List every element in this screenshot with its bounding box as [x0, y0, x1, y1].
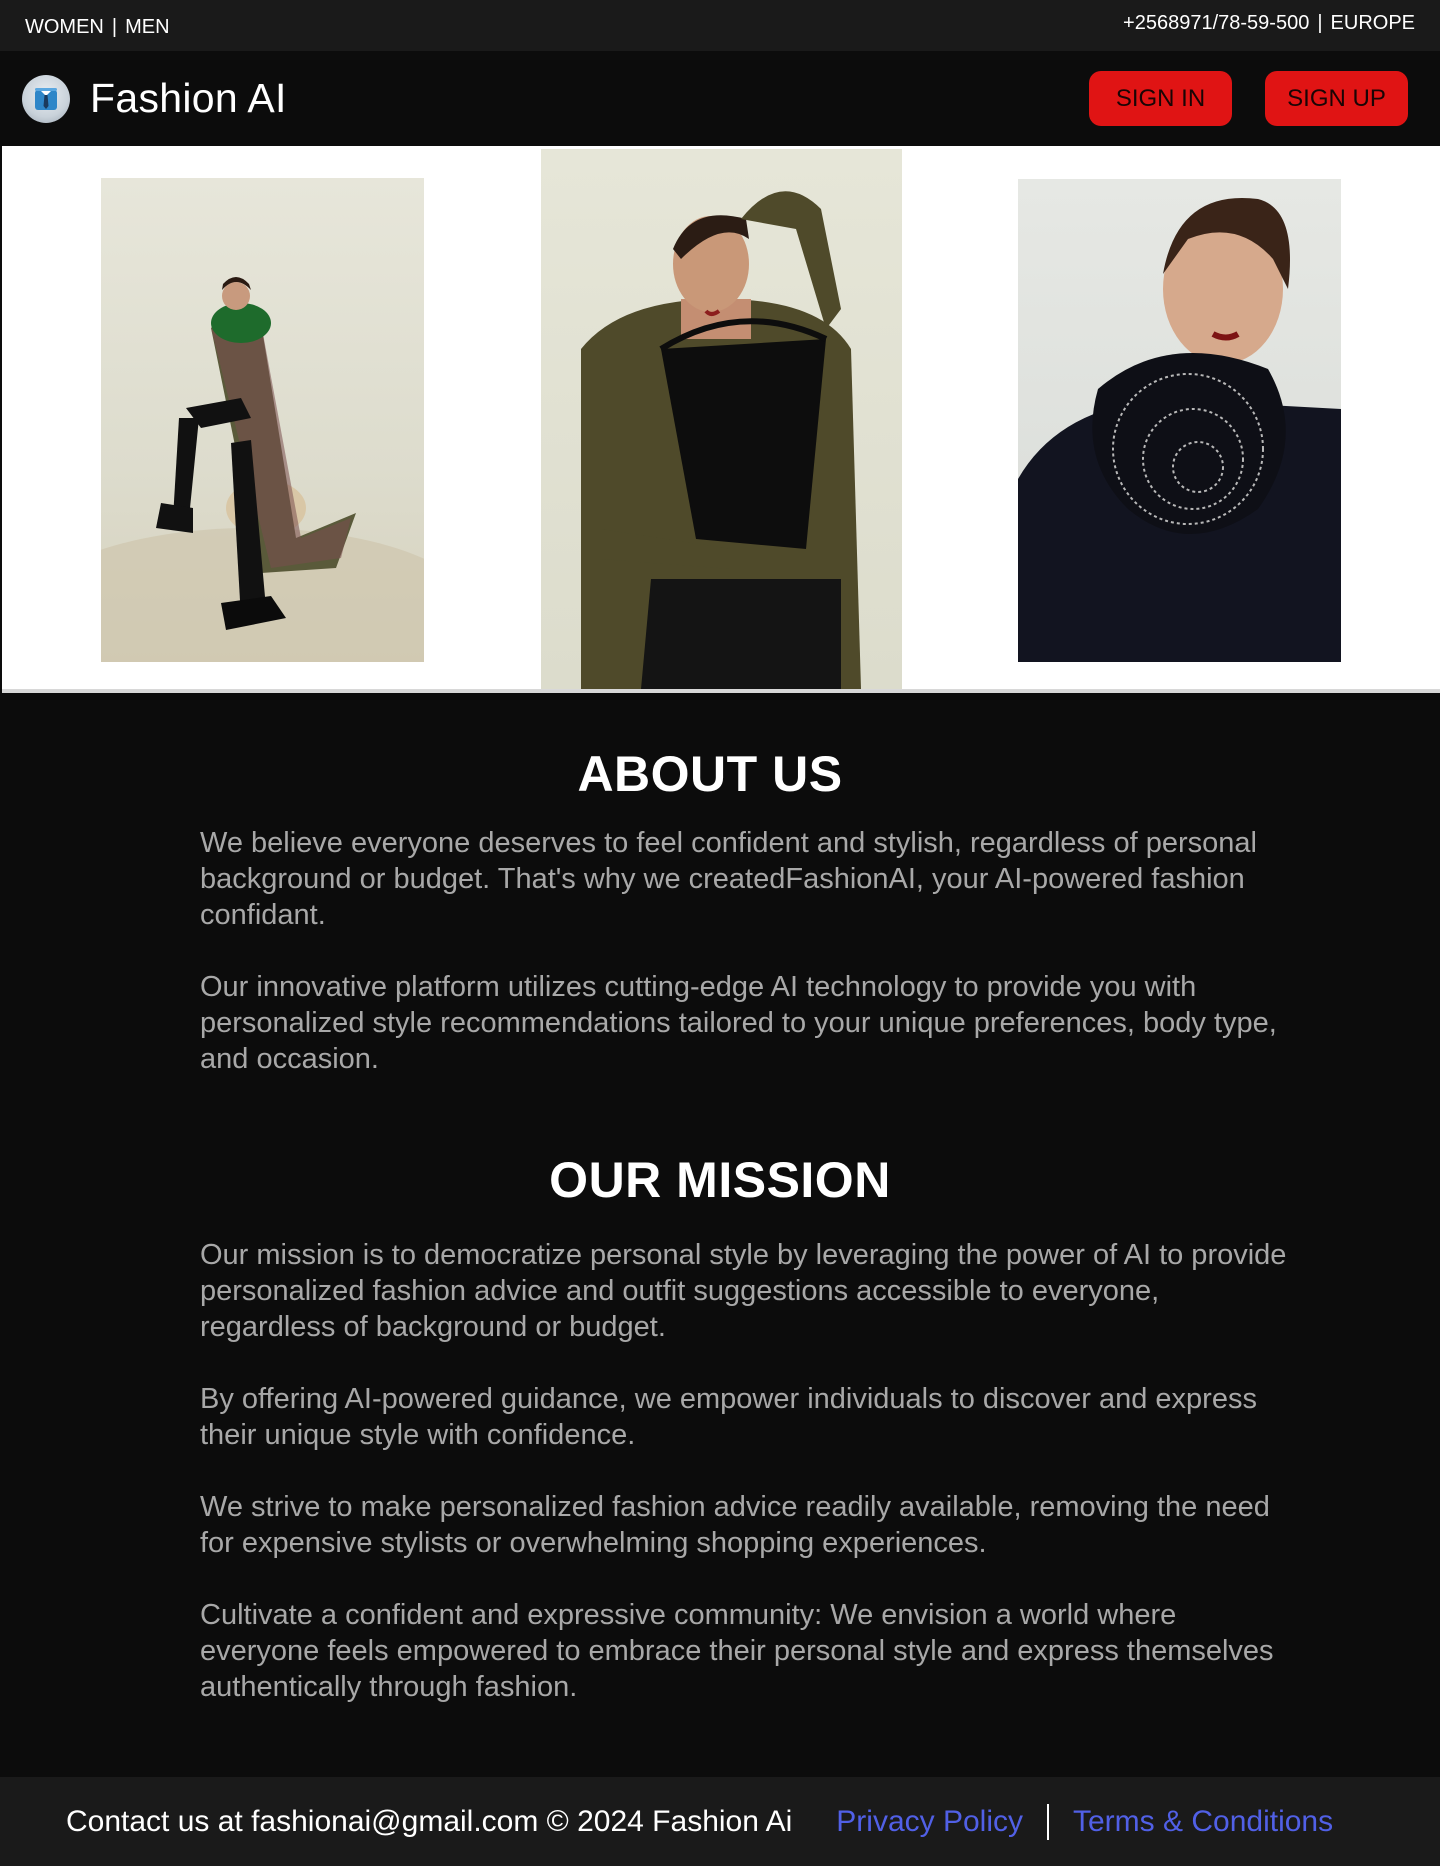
contact-region: +2568971/78-59-500 | EUROPE: [1123, 12, 1415, 35]
auth-buttons: SIGN IN SIGN UP: [1089, 71, 1408, 126]
hero-gallery: [2, 146, 1440, 693]
footer-links: Privacy Policy Terms & Conditions: [836, 1803, 1333, 1840]
region-separator: |: [1317, 12, 1323, 34]
about-title: ABOUT US: [577, 746, 843, 802]
mission-paragraph: Cultivate a confident and expressive com…: [200, 1599, 1274, 1703]
sign-in-button[interactable]: SIGN IN: [1089, 71, 1232, 126]
mission-paragraph: We strive to make personalized fashion a…: [200, 1491, 1270, 1559]
shirt-tie-icon: [22, 74, 70, 123]
nav-separator: |: [111, 16, 118, 38]
footer-contact: Contact us at fashionai@gmail.com © 2024…: [66, 1804, 793, 1838]
gallery-image-plaid-coat: [101, 178, 424, 662]
gallery-image-rosette-collar: [1018, 179, 1341, 662]
top-bar: WOMEN | MEN +2568971/78-59-500 | EUROPE: [0, 0, 1440, 51]
mission-paragraph: By offering AI-powered guidance, we empo…: [200, 1383, 1257, 1451]
main-content: ABOUT US We believe everyone deserves to…: [200, 693, 1300, 1705]
nav-women-link[interactable]: WOMEN: [25, 16, 104, 39]
region-selector[interactable]: EUROPE: [1331, 12, 1415, 35]
gender-nav: WOMEN | MEN: [25, 16, 170, 39]
site-header: Fashion AI SIGN IN SIGN UP: [0, 51, 1440, 146]
site-footer: Contact us at fashionai@gmail.com © 2024…: [0, 1777, 1440, 1866]
about-paragraph: Our innovative platform utilizes cutting…: [200, 971, 1277, 1075]
about-paragraph: We believe everyone deserves to feel con…: [200, 827, 1257, 931]
sign-up-button[interactable]: SIGN UP: [1265, 71, 1408, 126]
mission-paragraph: Our mission is to democratize personal s…: [200, 1239, 1287, 1343]
mission-title: OUR MISSION: [549, 1152, 891, 1208]
nav-men-link[interactable]: MEN: [125, 16, 169, 39]
phone-number: +2568971/78-59-500: [1123, 12, 1310, 34]
privacy-policy-link[interactable]: Privacy Policy: [836, 1805, 1023, 1839]
terms-conditions-link[interactable]: Terms & Conditions: [1073, 1805, 1333, 1839]
brand-name: Fashion AI: [90, 75, 287, 121]
gallery-image-handbag: [541, 149, 902, 689]
footer-divider: [1047, 1803, 1049, 1840]
brand[interactable]: Fashion AI: [22, 74, 287, 123]
